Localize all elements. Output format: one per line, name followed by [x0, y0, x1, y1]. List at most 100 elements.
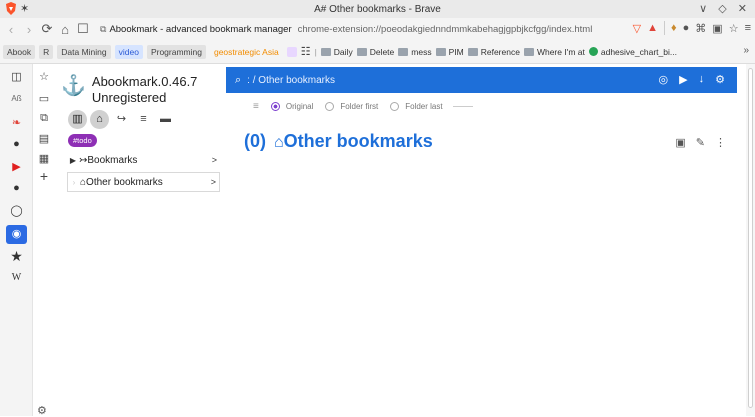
bookmark-chip-r[interactable]: R [39, 44, 54, 59]
more-bookmarks-button[interactable]: » [743, 45, 749, 56]
heading-actions: ▣ ✎ ⋮ [675, 136, 726, 149]
window-controls[interactable]: ∨ ◇ ✕ [699, 2, 751, 15]
list-view-icon[interactable]: ≡ [134, 110, 153, 129]
copy-icon[interactable]: ⧉ [33, 112, 55, 125]
bookmarks-divider: | [314, 46, 317, 57]
app-brand: ⚓ Abookmark.0.46.7 Unregistered [61, 74, 197, 106]
apps-grid-icon[interactable]: ☷ [301, 45, 311, 58]
sort-option-folder-first[interactable]: Folder first [340, 102, 378, 111]
window-titlebar: ✶ A# Other bookmarks - Brave ∨ ◇ ✕ [0, 0, 755, 18]
sidebar-app-icon-2[interactable]: ● [0, 138, 33, 150]
note-icon[interactable]: ▤ [33, 132, 55, 145]
app-name: Abookmark.0.46.7 [91, 74, 198, 89]
sidebar-star-icon[interactable]: ★ [0, 248, 33, 265]
bookmark-folder-mess[interactable]: mess [398, 47, 432, 57]
folder-icon [435, 47, 446, 56]
extension-site-icon: ⧉ [100, 23, 107, 34]
edit-pencil-icon[interactable]: ✎ [696, 136, 705, 149]
reload-button[interactable]: ⟳ [40, 21, 54, 37]
toolbar-separator [664, 21, 666, 35]
tree-item-bookmarks[interactable]: ▶ ↣Bookmarks > [67, 150, 220, 170]
folder-label: PIM [448, 46, 464, 57]
navigation-bar: ‹ › ⟳ ⌂ ☐ ⧉ Abookmark - advanced bookmar… [0, 18, 755, 40]
preview-icon[interactable]: ▣ [675, 136, 685, 149]
shields-icon[interactable]: ▽ [633, 22, 641, 35]
search-bar[interactable]: ⌕ : / Other bookmarks ◎ ▶ ↓ ⚙ [226, 67, 737, 93]
settings-gear-icon[interactable]: ⚙ [37, 404, 47, 417]
site-favicon-icon [588, 47, 598, 56]
panel-menu-column: ☆ ▭ ⧉ ▤ ▦ + [33, 64, 55, 416]
bookmark-chip-programming[interactable]: Programming [146, 44, 206, 59]
sidebar-github-icon[interactable]: ◯ [0, 204, 33, 217]
add-icon[interactable]: + [33, 168, 55, 184]
inbox-icon[interactable]: ▭ [33, 92, 55, 105]
bookmark-chip-video[interactable]: video [114, 44, 143, 59]
back-button[interactable]: ‹ [4, 22, 18, 37]
bookmark-chip-geostrategic-asia[interactable]: geostrategic Asia [210, 45, 283, 59]
bookmark-color-swatch[interactable] [286, 46, 297, 57]
sort-option-original[interactable]: Original [286, 102, 314, 111]
sort-down-icon[interactable]: ↓ [699, 73, 705, 86]
settings-icon[interactable]: ⚙ [715, 73, 725, 86]
folder-icon [467, 47, 478, 56]
bookmark-folder-where-im-at[interactable]: Where I'm at [523, 47, 585, 57]
brave-logo-icon[interactable] [5, 2, 17, 16]
bookmark-folder-pim[interactable]: PIM [435, 46, 464, 57]
sidebar-app-icon-3[interactable]: ● [0, 182, 33, 194]
bookmarks-bar: Abook R Data Mining video Programming ge… [0, 40, 755, 64]
bookmark-chip-data-mining[interactable]: Data Mining [57, 44, 111, 59]
extension-icon-2[interactable]: ● [683, 22, 690, 34]
page-title: (0) ⌂Other bookmarks [244, 131, 433, 152]
sidebar-ai-icon[interactable]: Aß [0, 94, 33, 103]
tag-todo[interactable]: #todo [68, 134, 97, 147]
extension-icon-1[interactable]: ♦ [671, 22, 677, 34]
sidebar-wikipedia-icon[interactable]: W [0, 272, 33, 283]
search-icon[interactable]: ⌕ [235, 74, 241, 87]
radio-folder-last[interactable] [390, 102, 400, 111]
sidebar-panel-icon[interactable]: ◫ [0, 70, 33, 83]
chat-view-icon[interactable]: ▬ [156, 110, 175, 129]
reading-list-icon[interactable]: ☆ [729, 22, 739, 35]
bookmark-link-adhesive-chart[interactable]: adhesive_chart_bi... [588, 47, 677, 57]
forward-button[interactable]: › [22, 22, 36, 37]
radio-original[interactable] [270, 102, 280, 111]
address-bar[interactable]: ⧉ Abookmark - advanced bookmark manager … [100, 20, 648, 38]
scrollbar-thumb[interactable] [748, 68, 753, 408]
item-count: (0) [244, 131, 266, 151]
bookmark-folder-daily[interactable]: Daily [320, 47, 353, 57]
bookmark-chip-abook[interactable]: Abook [3, 44, 36, 59]
radio-folder-first[interactable] [325, 102, 335, 111]
home-button[interactable]: ⌂ [58, 22, 72, 37]
filter-icon[interactable]: ≡ [253, 101, 259, 112]
url-text: chrome-extension://poeodakgiednndmmkabeh… [297, 23, 593, 35]
more-vertical-icon[interactable]: ⋮ [715, 136, 726, 149]
breadcrumb[interactable]: : / Other bookmarks [247, 75, 335, 86]
expand-caret-icon[interactable]: ▶ [67, 156, 79, 165]
sort-option-folder-last[interactable]: Folder last [405, 102, 442, 111]
sidebar-youtube-icon[interactable]: ▶ [0, 160, 33, 173]
sidebar-app-icon-1[interactable]: ❧ [0, 116, 33, 129]
menu-icon[interactable]: ≡ [745, 22, 751, 34]
books-view-icon[interactable]: ▥ [68, 110, 87, 129]
tree-item-other-bookmarks[interactable]: › ⌂Other bookmarks > [67, 172, 220, 192]
sidebar-toggle-icon[interactable]: ▣ [712, 22, 722, 35]
bookmark-folder-reference[interactable]: Reference [467, 47, 520, 57]
tree-item-label: ⌂Other bookmarks [80, 176, 163, 188]
target-icon[interactable]: ◎ [659, 73, 669, 86]
tree-item-arrow[interactable]: > [211, 177, 216, 187]
sidebar-abookmark-icon[interactable]: ◉ [6, 225, 27, 244]
bookmark-folder-delete[interactable]: Delete [356, 47, 394, 57]
rewards-icon[interactable]: ▲ [647, 22, 658, 34]
search-bar-actions: ◎ ▶ ↓ ⚙ [659, 73, 725, 86]
pin-icon[interactable]: ✶ [20, 2, 29, 15]
label-icon[interactable]: ▶ [679, 73, 687, 86]
extensions-puzzle-icon[interactable]: ⌘ [695, 22, 706, 35]
table-icon[interactable]: ▦ [33, 152, 55, 165]
redirect-view-icon[interactable]: ↪ [112, 110, 131, 129]
home-view-icon[interactable]: ⌂ [90, 110, 109, 129]
bookmark-page-button[interactable]: ☐ [76, 21, 90, 37]
view-toolbar: ▥ ⌂ ↪ ≡ ▬ [68, 110, 175, 129]
page-scrollbar[interactable] [746, 64, 755, 416]
bookmark-add-icon[interactable]: ☆ [33, 70, 55, 83]
tree-item-arrow[interactable]: > [212, 155, 217, 165]
